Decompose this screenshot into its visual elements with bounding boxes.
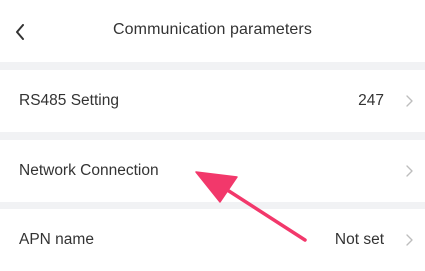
section-divider [0,62,425,70]
app-header: Communication parameters [0,0,425,62]
list-item-apn-name[interactable]: APN name Not set [0,209,425,271]
row-label: RS485 Setting [19,92,119,109]
chevron-right-icon [403,233,415,247]
chevron-right-icon [403,164,415,178]
list-item-network-connection[interactable]: Network Connection [0,140,425,202]
section-divider [0,202,425,209]
row-value: 247 [358,92,384,109]
row-label: APN name [19,231,94,248]
row-label: Network Connection [19,162,159,179]
chevron-right-icon [403,94,415,108]
row-value: Not set [334,231,384,248]
list-item-rs485-setting[interactable]: RS485 Setting 247 [0,70,425,132]
page-title: Communication parameters [113,21,312,38]
section-divider [0,132,425,140]
